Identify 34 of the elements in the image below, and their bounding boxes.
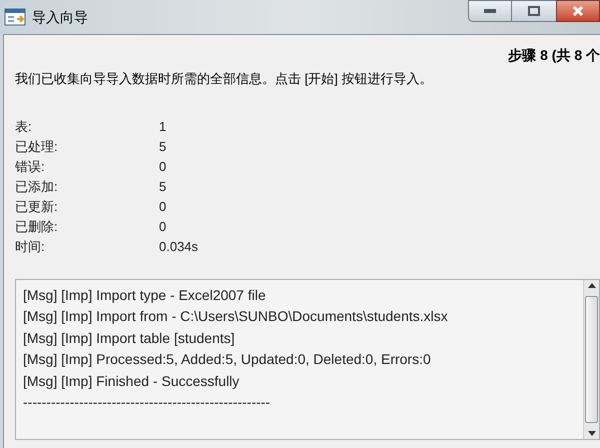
minimize-button[interactable]	[468, 0, 512, 22]
maximize-button[interactable]	[512, 0, 556, 22]
scroll-up-icon	[588, 282, 596, 288]
stat-label: 时间:	[15, 238, 46, 256]
log-line: [Msg] [Imp] Import table [students]	[23, 328, 236, 348]
log-line: [Msg] [Imp] Finished - Successfully	[23, 372, 240, 391]
maximize-icon	[528, 6, 540, 16]
stat-label: 表:	[15, 118, 33, 136]
stat-value: 0	[159, 218, 166, 236]
close-button[interactable]	[556, 0, 600, 22]
log-line: [Msg] [Imp] Import type - Excel2007 file	[23, 286, 267, 305]
stat-value: 0	[159, 198, 166, 216]
stat-value: 5	[159, 138, 166, 156]
stat-value: 1	[159, 118, 166, 136]
close-icon	[572, 5, 584, 17]
scroll-down-icon	[588, 431, 596, 436]
stat-label: 错误:	[15, 158, 46, 176]
step-indicator: 步骤 8 (共 8 个	[508, 46, 600, 65]
scrollbar[interactable]	[583, 280, 599, 439]
stat-value: 0	[159, 158, 166, 176]
log-line: [Msg] [Imp] Import from - C:\Users\SUNBO\Documents\students.xlsx	[23, 307, 449, 326]
minimize-icon	[484, 9, 496, 13]
stat-label: 已添加:	[15, 178, 59, 196]
stat-label: 已处理:	[15, 138, 59, 156]
stat-value: 5	[159, 178, 166, 196]
log-line: -----------------------------------------------------	[23, 393, 272, 412]
window-title: 导入向导	[32, 8, 88, 26]
wizard-icon	[4, 7, 26, 27]
description-text: 我们已收集向导导入数据时所需的全部信息。点击 [开始] 按钮进行导入。	[15, 70, 434, 88]
stat-label: 已更新:	[15, 198, 59, 216]
stat-value: 0.034s	[159, 238, 198, 256]
stat-label: 已删除:	[15, 218, 59, 236]
log-line: [Msg] [Imp] Processed:5, Added:5, Updated:0, Deleted:0, Errors:0	[23, 350, 432, 369]
scroll-thumb[interactable]	[585, 296, 598, 423]
